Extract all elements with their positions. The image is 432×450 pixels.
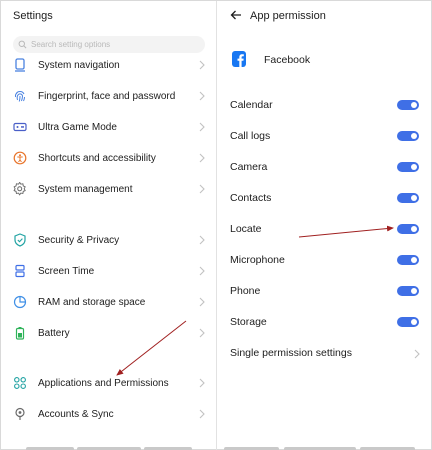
- settings-item-ultra-game-mode[interactable]: Ultra Game Mode: [1, 116, 216, 138]
- settings-item-label: Shortcuts and accessibility: [38, 152, 156, 164]
- settings-item-label: Screen Time: [38, 265, 95, 277]
- permission-label: Call logs: [230, 130, 271, 142]
- chevron-right-icon: [199, 378, 205, 388]
- app-permission-pane: App permission Facebook Calendar Call lo…: [217, 1, 432, 450]
- settings-item-label: Applications and Permissions: [38, 377, 169, 389]
- search-placeholder: Search setting options: [31, 40, 111, 49]
- settings-item-system-management[interactable]: System management: [1, 178, 216, 200]
- settings-item-shortcuts-accessibility[interactable]: Shortcuts and accessibility: [1, 147, 216, 169]
- toggle-knob: [411, 164, 417, 170]
- settings-item-label: System navigation: [38, 59, 120, 71]
- app-name: Facebook: [264, 54, 311, 66]
- permission-row-call-logs[interactable]: Call logs: [217, 126, 432, 146]
- shield-icon: [13, 233, 27, 247]
- navigation-icon: [13, 58, 27, 72]
- permission-label: Microphone: [230, 254, 285, 266]
- single-permission-settings-label: Single permission settings: [230, 347, 352, 359]
- permission-toggle[interactable]: [397, 100, 419, 110]
- settings-item-battery[interactable]: Battery: [1, 322, 216, 344]
- permission-toggle[interactable]: [397, 286, 419, 296]
- permission-toggle[interactable]: [397, 255, 419, 265]
- account-icon: [13, 407, 27, 421]
- permission-row-phone[interactable]: Phone: [217, 281, 432, 301]
- permission-label: Locate: [230, 223, 262, 235]
- search-icon: [18, 40, 27, 49]
- permission-label: Calendar: [230, 99, 273, 111]
- permission-row-storage[interactable]: Storage: [217, 312, 432, 332]
- gear-icon: [13, 182, 27, 196]
- chevron-right-icon: [414, 349, 420, 359]
- chevron-right-icon: [199, 184, 205, 194]
- pie-chart-icon: [13, 295, 27, 309]
- settings-title: Settings: [13, 10, 53, 22]
- chevron-right-icon: [199, 297, 205, 307]
- settings-pane: Settings Search setting options System n…: [1, 1, 216, 450]
- settings-item-label: Battery: [38, 327, 70, 339]
- settings-item-label: Accounts & Sync: [38, 408, 114, 420]
- toggle-knob: [411, 257, 417, 263]
- single-permission-settings-row[interactable]: Single permission settings: [217, 343, 432, 363]
- search-bar[interactable]: Search setting options: [13, 36, 205, 53]
- hourglass-icon: [13, 264, 27, 278]
- toggle-knob: [411, 102, 417, 108]
- permission-row-contacts[interactable]: Contacts: [217, 188, 432, 208]
- screenshot-frame: Settings Search setting options System n…: [0, 0, 432, 450]
- game-icon: [13, 120, 27, 134]
- app-permission-title: App permission: [250, 10, 326, 22]
- settings-item-label: Fingerprint, face and password: [38, 90, 176, 102]
- apps-grid-icon: [13, 376, 27, 390]
- chevron-right-icon: [199, 266, 205, 276]
- permission-toggle[interactable]: [397, 317, 419, 327]
- battery-icon: [13, 326, 27, 340]
- chevron-right-icon: [199, 153, 205, 163]
- permission-toggle[interactable]: [397, 193, 419, 203]
- settings-item-fingerprint[interactable]: Fingerprint, face and password: [1, 85, 216, 107]
- settings-item-label: System management: [38, 183, 133, 195]
- toggle-knob: [411, 226, 417, 232]
- permission-row-locate[interactable]: Locate: [217, 219, 432, 239]
- settings-item-system-navigation[interactable]: System navigation: [1, 54, 216, 76]
- settings-item-label: Ultra Game Mode: [38, 121, 117, 133]
- toggle-knob: [411, 319, 417, 325]
- chevron-right-icon: [199, 60, 205, 70]
- settings-item-accounts-sync[interactable]: Accounts & Sync: [1, 403, 216, 425]
- permission-row-microphone[interactable]: Microphone: [217, 250, 432, 270]
- chevron-right-icon: [199, 235, 205, 245]
- accessibility-icon: [13, 151, 27, 165]
- facebook-icon: [232, 51, 246, 67]
- settings-item-screen-time[interactable]: Screen Time: [1, 260, 216, 282]
- fingerprint-icon: [13, 89, 27, 103]
- permission-row-calendar[interactable]: Calendar: [217, 95, 432, 115]
- permission-label: Camera: [230, 161, 268, 173]
- permission-toggle[interactable]: [397, 224, 419, 234]
- chevron-right-icon: [199, 91, 205, 101]
- toggle-knob: [411, 133, 417, 139]
- back-arrow-icon[interactable]: [230, 9, 242, 21]
- permission-toggle[interactable]: [397, 131, 419, 141]
- settings-item-ram-storage[interactable]: RAM and storage space: [1, 291, 216, 313]
- permission-label: Phone: [230, 285, 261, 297]
- permission-toggle[interactable]: [397, 162, 419, 172]
- settings-item-label: RAM and storage space: [38, 296, 146, 308]
- chevron-right-icon: [199, 409, 205, 419]
- permission-row-camera[interactable]: Camera: [217, 157, 432, 177]
- permission-label: Contacts: [230, 192, 272, 204]
- chevron-right-icon: [199, 122, 205, 132]
- chevron-right-icon: [199, 328, 205, 338]
- permission-label: Storage: [230, 316, 267, 328]
- settings-item-label: Security & Privacy: [38, 234, 120, 246]
- toggle-knob: [411, 288, 417, 294]
- settings-item-applications-permissions[interactable]: Applications and Permissions: [1, 372, 216, 394]
- settings-item-security-privacy[interactable]: Security & Privacy: [1, 229, 216, 251]
- toggle-knob: [411, 195, 417, 201]
